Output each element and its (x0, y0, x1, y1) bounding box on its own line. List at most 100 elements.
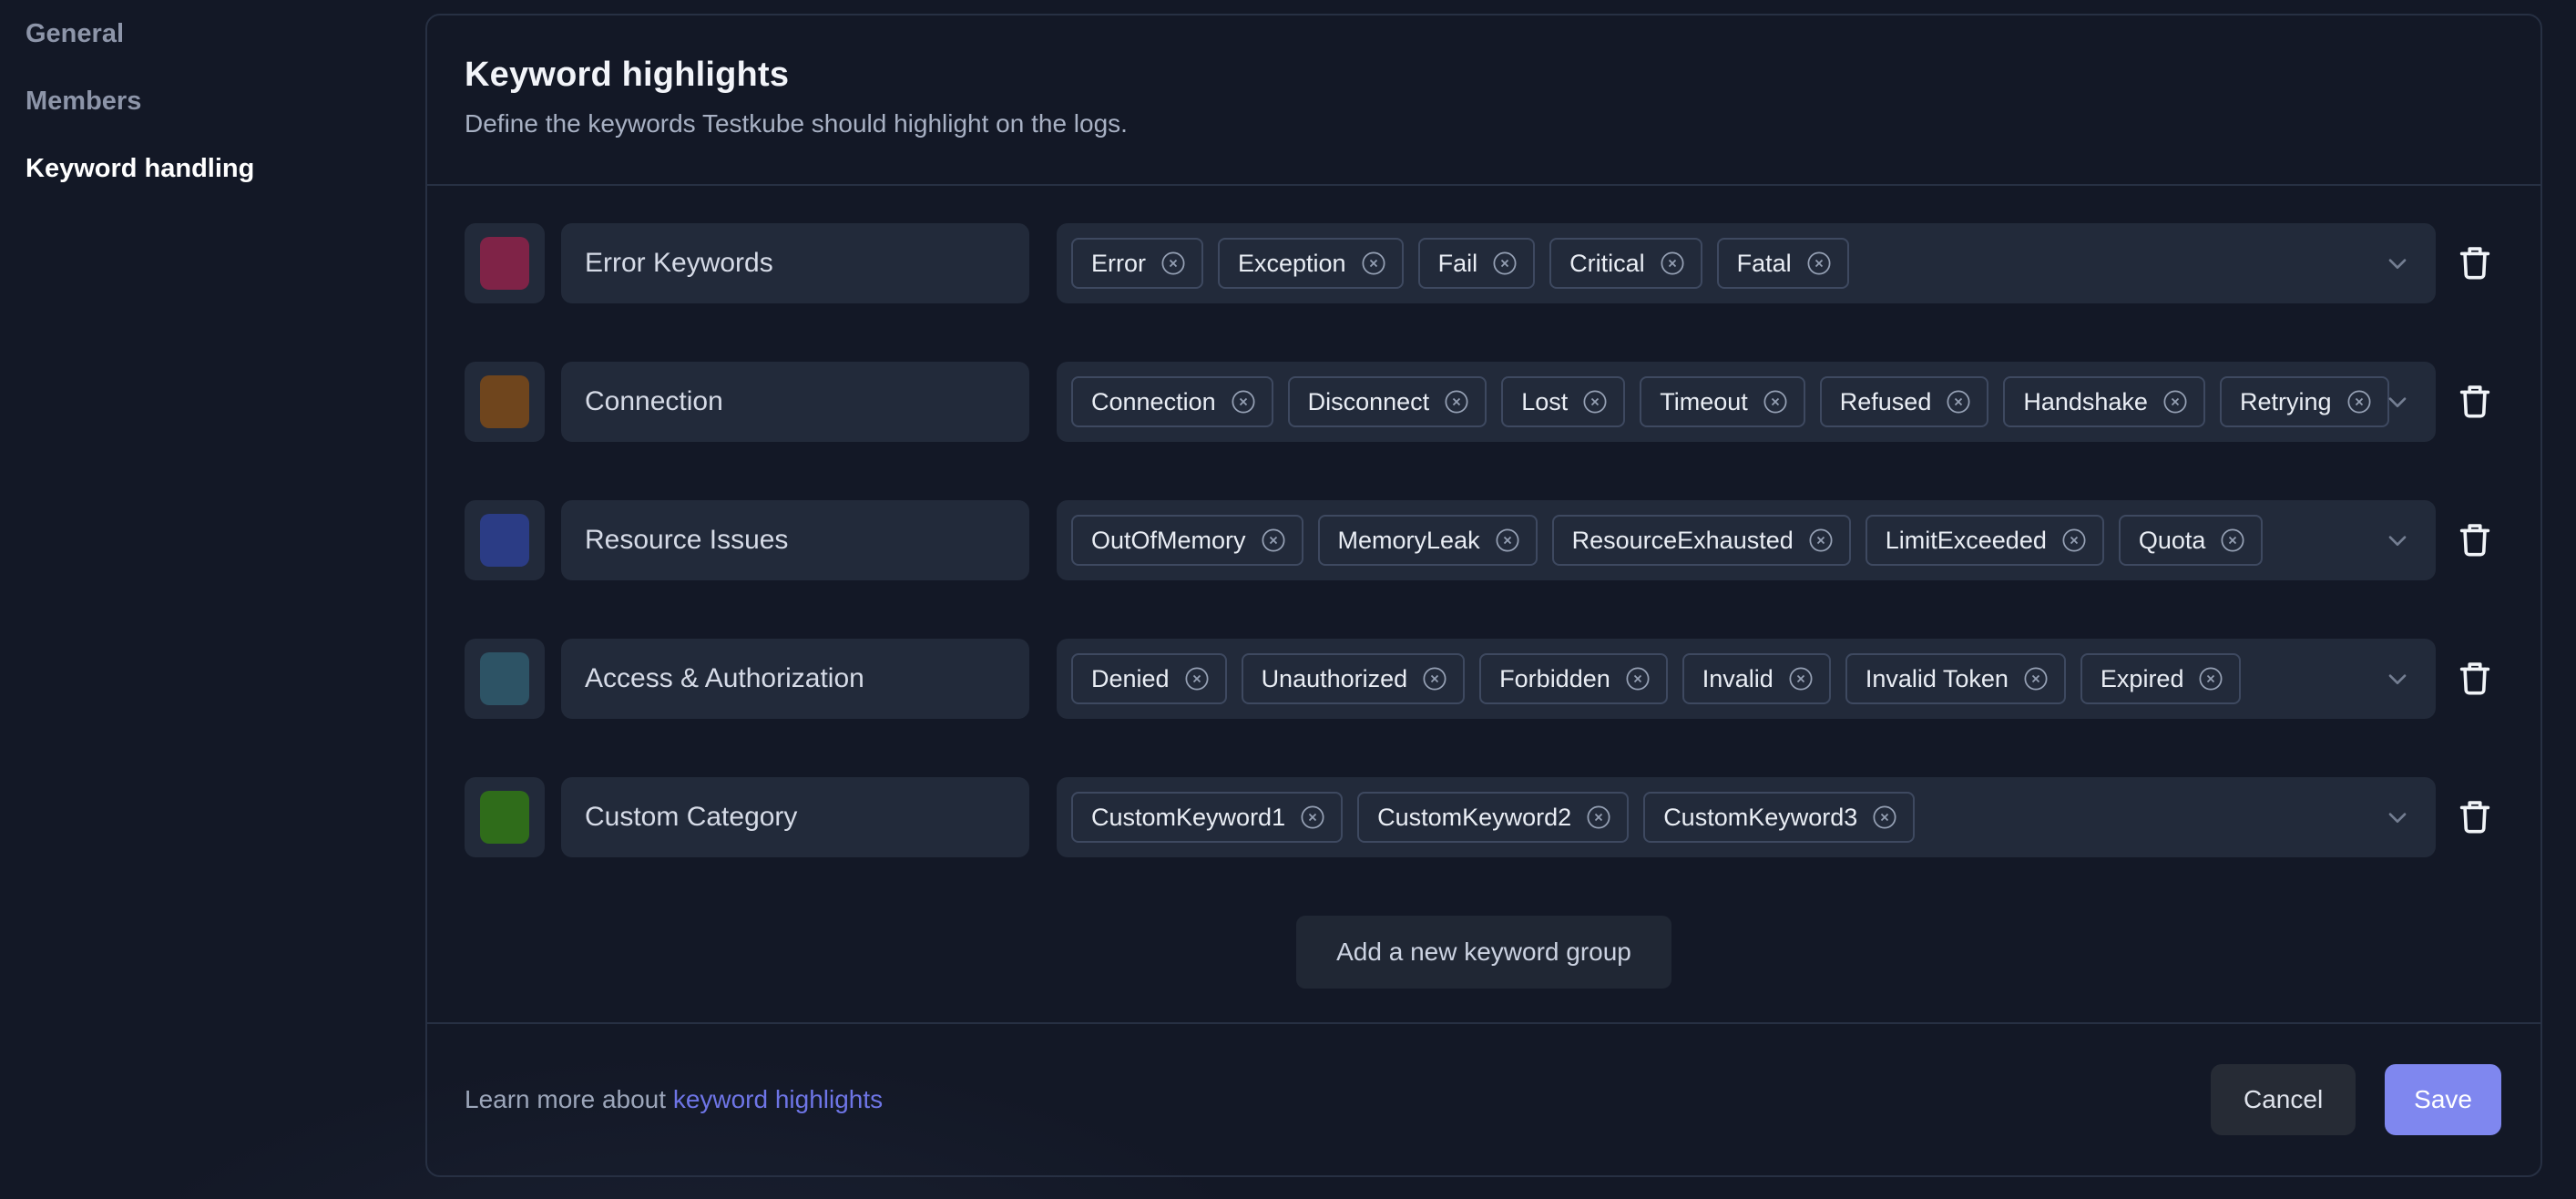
save-button[interactable]: Save (2385, 1064, 2501, 1135)
color-swatch-picker[interactable] (465, 639, 545, 719)
remove-keyword-icon[interactable] (1581, 388, 1609, 415)
keyword-chip: Invalid (1682, 653, 1831, 704)
trash-icon (2454, 518, 2496, 563)
group-name-value: Connection (585, 386, 723, 416)
group-name-value: Access & Authorization (585, 663, 864, 693)
add-keyword-group-button[interactable]: Add a new keyword group (1296, 916, 1671, 989)
keyword-chip-label: Critical (1569, 249, 1645, 277)
keyword-highlights-link[interactable]: keyword highlights (673, 1085, 883, 1113)
group-name-input[interactable]: Custom Category (561, 777, 1029, 857)
remove-keyword-icon[interactable] (1585, 804, 1612, 831)
sidebar-item-members[interactable]: Members (26, 87, 254, 115)
chevron-down-icon[interactable] (2383, 526, 2412, 555)
color-swatch-picker[interactable] (465, 362, 545, 442)
color-swatch-picker[interactable] (465, 500, 545, 580)
keyword-chip: CustomKeyword1 (1071, 792, 1344, 843)
keyword-highlights-panel: Keyword highlights Define the keywords T… (425, 14, 2542, 1177)
keywords-select[interactable]: OutOfMemory MemoryLeak ResourceExhausted Li… (1057, 500, 2436, 580)
settings-sidebar: General Members Keyword handling (26, 20, 254, 182)
remove-keyword-icon[interactable] (1299, 804, 1326, 831)
remove-keyword-icon[interactable] (1421, 665, 1448, 692)
delete-group-button[interactable] (2447, 362, 2503, 442)
remove-keyword-icon[interactable] (1787, 665, 1814, 692)
keyword-chip-label: Lost (1521, 387, 1569, 415)
panel-header: Keyword highlights Define the keywords T… (427, 15, 2540, 186)
trash-icon (2454, 380, 2496, 425)
keyword-chip-label: Denied (1091, 664, 1170, 692)
group-name-input[interactable]: Connection (561, 362, 1029, 442)
delete-group-button[interactable] (2447, 639, 2503, 719)
trash-icon (2454, 795, 2496, 840)
remove-keyword-icon[interactable] (1494, 527, 1521, 554)
chevron-down-icon[interactable] (2383, 249, 2412, 278)
remove-keyword-icon[interactable] (1945, 388, 1972, 415)
keyword-chip: Timeout (1640, 376, 1805, 427)
keyword-group-row: Connection Connection Disconnect Lost Timeou… (465, 362, 2503, 442)
keyword-chip: Error (1071, 238, 1203, 289)
sidebar-item-general[interactable]: General (26, 20, 254, 47)
keyword-chip-label: Error (1091, 249, 1146, 277)
keyword-group-row: Access & Authorization Denied Unauthorized… (465, 639, 2503, 719)
color-swatch (480, 791, 529, 844)
keywords-select[interactable]: Denied Unauthorized Forbidden Invalid Invali… (1057, 639, 2436, 719)
remove-keyword-icon[interactable] (1624, 665, 1651, 692)
remove-keyword-icon[interactable] (1807, 527, 1835, 554)
remove-keyword-icon[interactable] (2162, 388, 2189, 415)
keyword-chip-label: ResourceExhausted (1571, 526, 1794, 554)
keyword-chip: OutOfMemory (1071, 515, 1303, 566)
keyword-group-row: Custom Category CustomKeyword1 CustomKeywo… (465, 777, 2503, 857)
remove-keyword-icon[interactable] (1659, 250, 1686, 277)
group-name-input[interactable]: Error Keywords (561, 223, 1029, 303)
keyword-chip-label: Quota (2138, 526, 2206, 554)
remove-keyword-icon[interactable] (1871, 804, 1898, 831)
delete-group-button[interactable] (2447, 777, 2503, 857)
keywords-select[interactable]: Error Exception Fail Critical Fatal (1057, 223, 2436, 303)
cancel-button[interactable]: Cancel (2211, 1064, 2356, 1135)
group-name-input[interactable]: Access & Authorization (561, 639, 1029, 719)
delete-group-button[interactable] (2447, 500, 2503, 580)
remove-keyword-icon[interactable] (1443, 388, 1470, 415)
remove-keyword-icon[interactable] (1230, 388, 1257, 415)
group-name-value: Error Keywords (585, 248, 773, 278)
color-swatch-picker[interactable] (465, 777, 545, 857)
keyword-chip-label: Unauthorized (1261, 664, 1408, 692)
keyword-chip: Retrying (2219, 376, 2389, 427)
keyword-group-row: Resource Issues OutOfMemory MemoryLeak Reso… (465, 500, 2503, 580)
keywords-select[interactable]: CustomKeyword1 CustomKeyword2 CustomKeywor… (1057, 777, 2436, 857)
keywords-select[interactable]: Connection Disconnect Lost Timeout Refused Ha… (1057, 362, 2436, 442)
keyword-chip: Fatal (1716, 238, 1849, 289)
remove-keyword-icon[interactable] (1805, 250, 1833, 277)
color-swatch-picker[interactable] (465, 223, 545, 303)
color-swatch (480, 375, 529, 428)
keyword-chip-label: Expired (2100, 664, 2184, 692)
keyword-chip: Refused (1819, 376, 1989, 427)
page-subtitle: Define the keywords Testkube should high… (465, 109, 1128, 138)
chevron-down-icon[interactable] (2383, 664, 2412, 693)
remove-keyword-icon[interactable] (1491, 250, 1518, 277)
remove-keyword-icon[interactable] (2022, 665, 2050, 692)
delete-group-button[interactable] (2447, 223, 2503, 303)
keyword-chip-label: Invalid (1702, 664, 1774, 692)
color-swatch (480, 237, 529, 290)
sidebar-item-keyword-handling[interactable]: Keyword handling (26, 155, 254, 182)
remove-keyword-icon[interactable] (1260, 527, 1287, 554)
keyword-chip-label: Exception (1238, 249, 1346, 277)
group-name-input[interactable]: Resource Issues (561, 500, 1029, 580)
keyword-chip: CustomKeyword3 (1643, 792, 1916, 843)
remove-keyword-icon[interactable] (2197, 665, 2224, 692)
keyword-chip-label: Disconnect (1307, 387, 1430, 415)
keyword-chip: Disconnect (1287, 376, 1487, 427)
remove-keyword-icon[interactable] (1183, 665, 1211, 692)
chevron-down-icon[interactable] (2383, 387, 2412, 416)
remove-keyword-icon[interactable] (1160, 250, 1187, 277)
keyword-chip-label: MemoryLeak (1337, 526, 1480, 554)
remove-keyword-icon[interactable] (1762, 388, 1789, 415)
remove-keyword-icon[interactable] (2060, 527, 2088, 554)
keyword-chip-label: Retrying (2239, 387, 2332, 415)
remove-keyword-icon[interactable] (1360, 250, 1387, 277)
remove-keyword-icon[interactable] (2219, 527, 2246, 554)
keyword-group-row: Error Keywords Error Exception Fail Critical… (465, 223, 2503, 303)
keyword-chip: Fail (1417, 238, 1536, 289)
remove-keyword-icon[interactable] (2346, 388, 2373, 415)
chevron-down-icon[interactable] (2383, 803, 2412, 832)
